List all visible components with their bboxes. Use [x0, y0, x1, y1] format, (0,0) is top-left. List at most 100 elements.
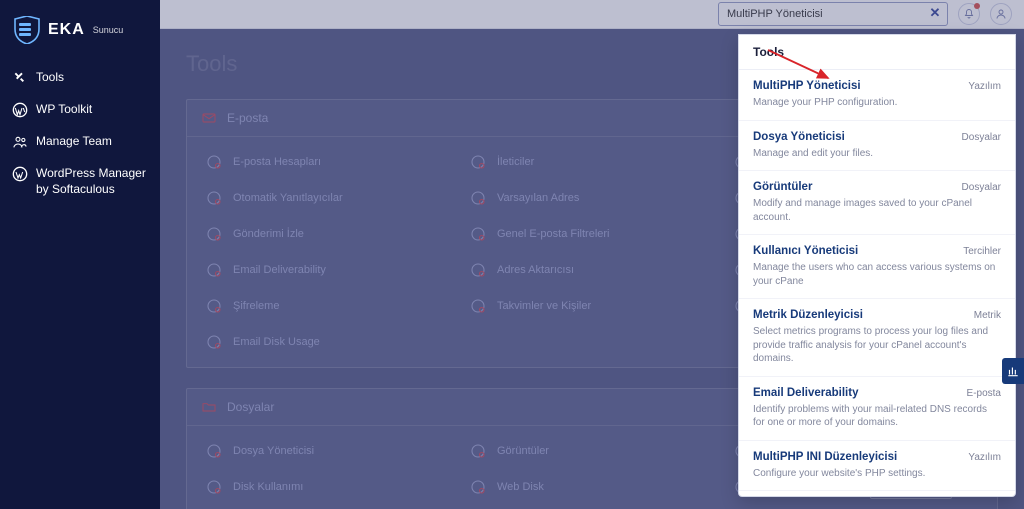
tool-item[interactable]: Gönderimi İzle	[201, 219, 455, 249]
tool-label: E-posta Hesapları	[233, 156, 321, 168]
feature-icon	[205, 333, 223, 351]
tool-label: İleticiler	[497, 156, 534, 168]
tool-item[interactable]: Genel E-posta Filtreleri	[465, 219, 719, 249]
feature-icon	[205, 442, 223, 460]
notifications-button[interactable]	[958, 3, 980, 25]
search-result-item[interactable]: Metrik Düzenleyicisi Metrik Select metrics…	[739, 299, 1015, 377]
tool-label: Genel E-posta Filtreleri	[497, 228, 610, 240]
user-menu-button[interactable]	[990, 3, 1012, 25]
search-result-item[interactable]: Kullanıcı Yöneticisi Tercihler Manage the …	[739, 235, 1015, 299]
panel-title: E-posta	[227, 111, 268, 125]
tool-item[interactable]: Email Disk Usage	[201, 327, 455, 357]
tool-item[interactable]: Görüntüler	[465, 436, 719, 466]
sidebar-item-manage-team[interactable]: Manage Team	[0, 126, 160, 158]
search-result-item[interactable]: IP EngelleyiciGüvenlikBlock access to yo…	[739, 491, 1015, 496]
tool-label: Web Disk	[497, 481, 544, 493]
tool-label: Görüntüler	[497, 445, 549, 457]
tool-label: Dosya Yöneticisi	[233, 445, 314, 457]
search-result-item[interactable]: Email DeliverabilityE-postaIdentify prob…	[739, 377, 1015, 441]
tool-item[interactable]: Web Disk	[465, 472, 719, 502]
result-category: Yazılım	[968, 452, 1001, 463]
clear-search-icon[interactable]: ✕	[928, 6, 942, 20]
result-title: Görüntüler	[753, 181, 812, 193]
tool-label: Email Disk Usage	[233, 336, 320, 348]
sidebar-item-label: WordPress Manager by Softaculous	[36, 166, 148, 197]
tool-item[interactable]: E-posta Hesapları	[201, 147, 455, 177]
tool-item[interactable]: Dosya Yöneticisi	[201, 436, 455, 466]
panel-title: Dosyalar	[227, 400, 274, 414]
tool-item[interactable]: Email Deliverability	[201, 255, 455, 285]
result-description: Identify problems with your mail-related…	[753, 403, 1001, 430]
side-stats-tab[interactable]	[1002, 358, 1024, 384]
tool-item[interactable]: Varsayılan Adres	[465, 183, 719, 213]
search-result-item[interactable]: Görüntüler Dosyalar Modify and manage imag…	[739, 171, 1015, 235]
result-category: Yazılım	[968, 81, 1001, 92]
result-category: E-posta	[967, 388, 1001, 399]
feature-icon	[469, 442, 487, 460]
result-description: Configure your website's PHP settings.	[753, 467, 1001, 481]
result-category: Tercihler	[963, 246, 1001, 257]
dropdown-header: Tools	[739, 35, 1015, 70]
feature-icon	[469, 478, 487, 496]
result-title: Metrik Düzenleyicisi	[753, 309, 863, 321]
result-title: Dosya Yöneticisi	[753, 131, 845, 143]
tool-item[interactable]: Takvimler ve Kişiler	[465, 291, 719, 321]
feature-icon	[469, 153, 487, 171]
tool-label: Varsayılan Adres	[497, 192, 579, 204]
feature-icon	[205, 153, 223, 171]
dropdown-list[interactable]: MultiPHP Yöneticisi Yazılım Manage your PH…	[739, 70, 1015, 496]
tool-item[interactable]: Adres Aktarıcısı	[465, 255, 719, 285]
tool-item[interactable]: İleticiler	[465, 147, 719, 177]
result-category: Metrik	[974, 310, 1001, 321]
feature-icon	[469, 297, 487, 315]
tool-label: Gönderimi İzle	[233, 228, 304, 240]
feature-icon	[205, 189, 223, 207]
tool-label: Email Deliverability	[233, 264, 326, 276]
result-description: Manage your PHP configuration.	[753, 96, 1001, 110]
feature-icon	[205, 297, 223, 315]
result-title: Kullanıcı Yöneticisi	[753, 245, 858, 257]
logo[interactable]: EKA Sunucu	[0, 10, 160, 62]
result-category: Dosyalar	[962, 132, 1001, 143]
mail-icon	[201, 110, 217, 126]
sidebar-item-label: Tools	[36, 70, 64, 86]
result-description: Manage and edit your files.	[753, 147, 1001, 161]
sidebar-item-wp-toolkit[interactable]: WP Toolkit	[0, 94, 160, 126]
main: ✕ Tools E-posta E-posta Hesapları İletici…	[160, 0, 1024, 509]
result-description: Select metrics programs to process your …	[753, 325, 1001, 366]
sidebar-item-wordpress-manager[interactable]: WordPress Manager by Softaculous	[0, 158, 160, 205]
feature-icon	[205, 478, 223, 496]
sidebar-item-tools[interactable]: Tools	[0, 62, 160, 94]
sidebar-item-label: WP Toolkit	[36, 102, 92, 118]
result-title: MultiPHP INI Düzenleyicisi	[753, 451, 897, 463]
search-results-dropdown: Tools MultiPHP Yöneticisi Yazılım Manage y…	[738, 34, 1016, 497]
result-category: Dosyalar	[962, 182, 1001, 193]
tool-item[interactable]: Otomatik Yanıtlayıcılar	[201, 183, 455, 213]
feature-icon	[469, 189, 487, 207]
tool-label: Disk Kullanımı	[233, 481, 303, 493]
tool-item[interactable]: Disk Kullanımı	[201, 472, 455, 502]
result-title: MultiPHP Yöneticisi	[753, 80, 861, 92]
logo-brand: EKA	[48, 21, 85, 39]
sidebar-item-label: Manage Team	[36, 134, 112, 150]
result-description: Modify and manage images saved to your c…	[753, 197, 1001, 224]
tool-label: Adres Aktarıcısı	[497, 264, 574, 276]
logo-suffix: Sunucu	[93, 25, 124, 35]
sidebar: EKA Sunucu Tools WP Toolkit Manage Team …	[0, 0, 160, 509]
search-wrap: ✕	[718, 2, 948, 26]
search-result-item[interactable]: MultiPHP Yöneticisi Yazılım Manage your PH…	[739, 70, 1015, 121]
tool-label: Takvimler ve Kişiler	[497, 300, 591, 312]
search-input[interactable]	[718, 2, 948, 26]
tool-label: Şifreleme	[233, 300, 279, 312]
folder-icon	[201, 399, 217, 415]
search-result-item[interactable]: MultiPHP INI Düzenleyicisi Yazılım Configu…	[739, 441, 1015, 492]
feature-icon	[205, 261, 223, 279]
result-description: Manage the users who can access various …	[753, 261, 1001, 288]
feature-icon	[469, 261, 487, 279]
tool-item[interactable]: Şifreleme	[201, 291, 455, 321]
search-result-item[interactable]: Dosya Yöneticisi Dosyalar Manage and edit …	[739, 121, 1015, 172]
feature-icon	[469, 225, 487, 243]
topbar: ✕	[160, 0, 1024, 29]
tool-label: Otomatik Yanıtlayıcılar	[233, 192, 343, 204]
feature-icon	[205, 225, 223, 243]
